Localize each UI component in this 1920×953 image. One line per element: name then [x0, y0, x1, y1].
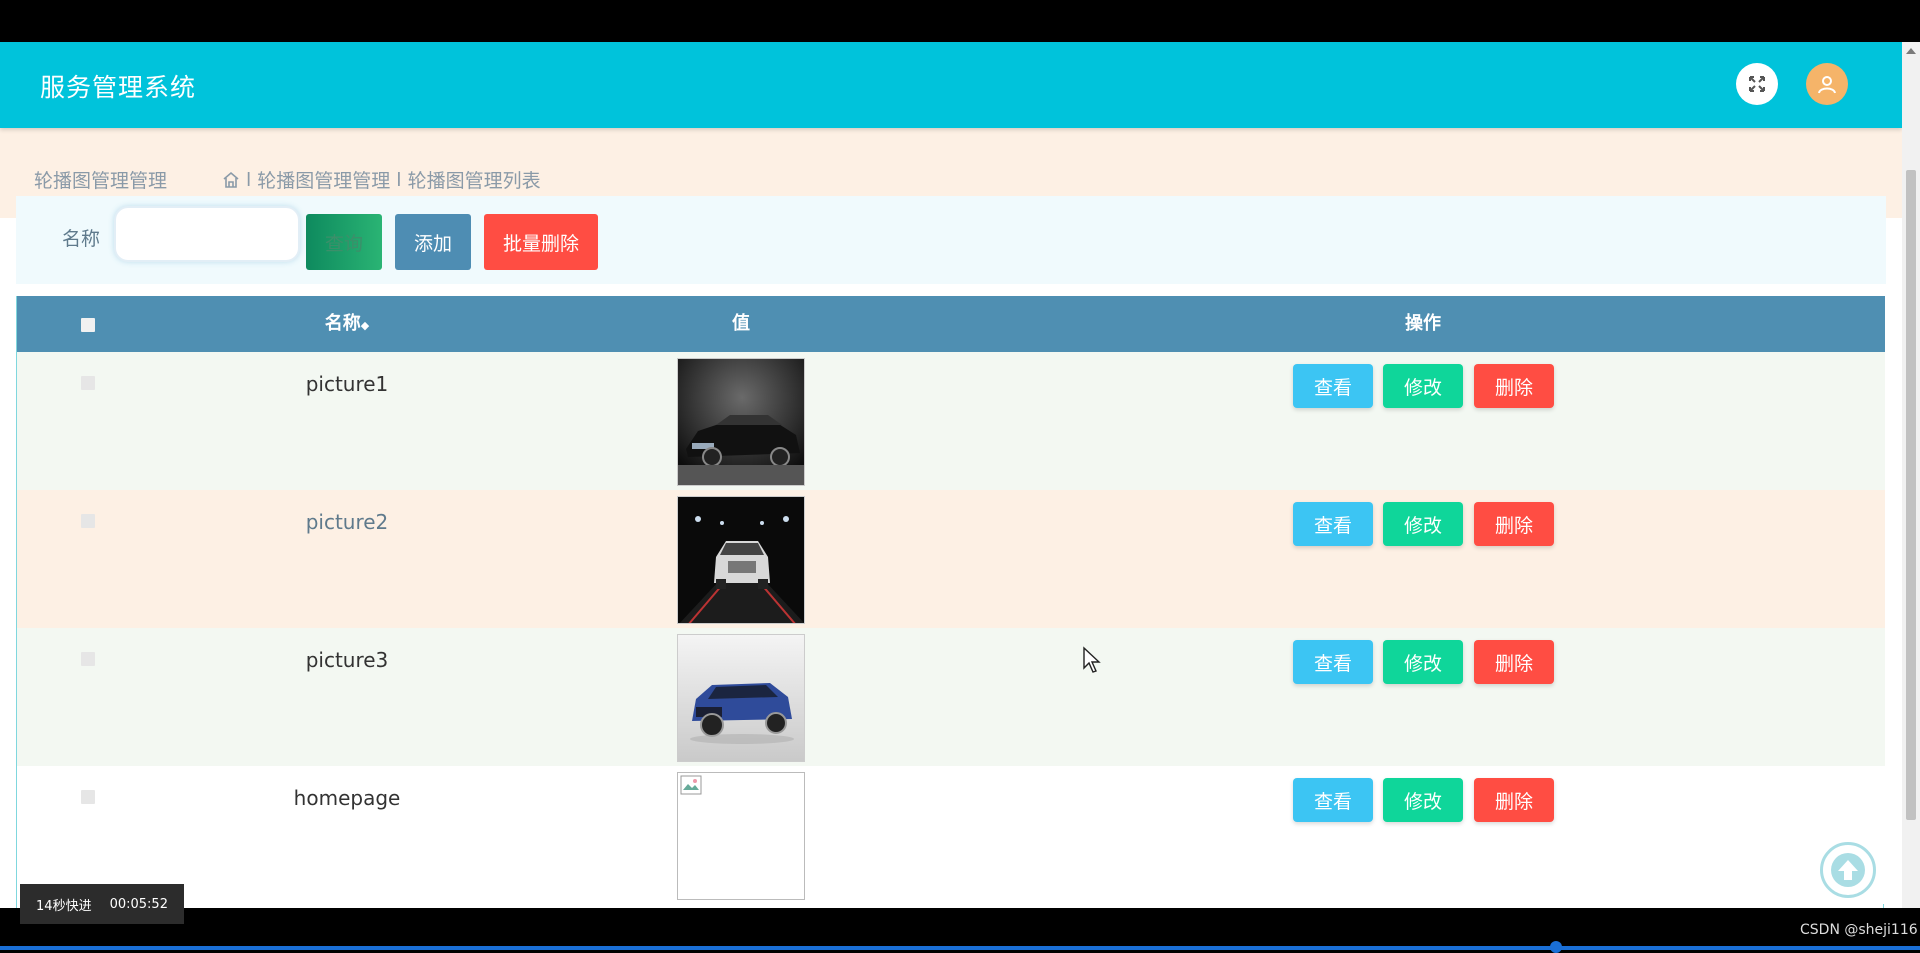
page-title: 轮播图管理管理: [34, 170, 168, 192]
car-blue-suv-image: [678, 635, 804, 761]
delete-button[interactable]: 删除: [1474, 502, 1554, 546]
user-icon: [1818, 76, 1836, 94]
home-icon[interactable]: [222, 171, 240, 189]
table-row: picture2 查看 修改 删除: [17, 490, 1885, 628]
row-name: picture2: [305, 510, 389, 534]
edit-button[interactable]: 修改: [1383, 778, 1463, 822]
car-white-front-image: [678, 497, 804, 623]
video-progress-handle[interactable]: [1550, 941, 1562, 953]
name-search-input[interactable]: [114, 206, 300, 262]
delete-button[interactable]: 删除: [1474, 778, 1554, 822]
name-filter-label: 名称: [62, 228, 101, 250]
query-button[interactable]: 查询: [306, 214, 382, 270]
scroll-thumb[interactable]: [1906, 170, 1916, 820]
row-name: homepage: [293, 786, 401, 810]
fullscreen-icon: [1749, 76, 1765, 92]
row-checkbox[interactable]: [81, 652, 95, 666]
row-image-car-black-sedan: [677, 358, 805, 486]
table-row: picture3 查看 修改 删除: [17, 628, 1885, 766]
column-header-name[interactable]: 名称◆: [197, 296, 497, 352]
table-header: 名称◆ 值 操作: [17, 296, 1885, 352]
watermark-text: CSDN @sheji116: [1800, 922, 1918, 938]
column-header-actions: 操作: [1405, 313, 1441, 334]
row-checkbox[interactable]: [81, 376, 95, 390]
edit-button[interactable]: 修改: [1383, 640, 1463, 684]
page-scrollbar[interactable]: [1902, 42, 1920, 908]
add-button[interactable]: 添加: [395, 214, 471, 270]
breadcrumb: l 轮播图管理管理 l 轮播图管理列表: [222, 166, 541, 193]
video-progress-bar[interactable]: [0, 946, 1920, 950]
batch-delete-button[interactable]: 批量删除: [484, 214, 598, 270]
search-panel: 名称 查询 添加 批量删除: [16, 196, 1886, 284]
back-to-top-button[interactable]: [1820, 842, 1876, 898]
app-header: 服务管理系统: [0, 42, 1902, 128]
edit-button[interactable]: 修改: [1383, 502, 1463, 546]
video-top-letterbox: [0, 0, 1920, 42]
video-speed-label: 14秒快进: [36, 898, 92, 914]
breadcrumb-separator: l: [396, 168, 402, 191]
table-row: picture1 查看 修改 删除: [17, 352, 1885, 490]
data-table: 名称◆ 值 操作 picture1 查看 修改 删除 picture2 查看 修…: [16, 296, 1885, 908]
row-image-car-blue-suv: [677, 634, 805, 762]
breadcrumb-item-module[interactable]: 轮播图管理管理: [257, 166, 390, 193]
table-row: homepage 查看 修改 删除: [17, 766, 1885, 904]
breadcrumb-item-list: 轮播图管理列表: [407, 170, 541, 192]
view-button[interactable]: 查看: [1293, 640, 1373, 684]
edit-button[interactable]: 修改: [1383, 364, 1463, 408]
app-title: 服务管理系统: [40, 73, 197, 102]
broken-image-icon: [680, 775, 702, 795]
delete-button[interactable]: 删除: [1474, 364, 1554, 408]
row-name: picture3: [305, 648, 389, 672]
row-name: picture1: [305, 372, 389, 396]
browser-viewport: 服务管理系统 轮播图管理管理 l 轮播图管理管理 l 轮播图管理列表 名称 查询…: [0, 42, 1902, 908]
arrow-up-icon: [1831, 853, 1865, 887]
car-black-sedan-image: [678, 359, 804, 485]
breadcrumb-separator: l: [246, 168, 252, 191]
video-time-label: 00:05:52: [109, 896, 168, 912]
user-menu-button[interactable]: [1806, 63, 1848, 105]
video-progress-chip: 14秒快进 00:05:52: [20, 884, 184, 924]
row-checkbox[interactable]: [81, 790, 95, 804]
row-checkbox[interactable]: [81, 514, 95, 528]
view-button[interactable]: 查看: [1293, 502, 1373, 546]
sort-icon: ◆: [360, 319, 370, 332]
select-all-checkbox[interactable]: [81, 318, 95, 332]
row-image-car-white-front: [677, 496, 805, 624]
row-image-broken: [677, 772, 805, 900]
column-header-value: 值: [732, 313, 750, 334]
scroll-up-arrow-icon[interactable]: [1906, 48, 1916, 54]
mouse-cursor-icon: [1083, 646, 1101, 673]
fullscreen-button[interactable]: [1736, 63, 1778, 105]
column-header-name-label: 名称: [324, 313, 361, 334]
view-button[interactable]: 查看: [1293, 364, 1373, 408]
view-button[interactable]: 查看: [1293, 778, 1373, 822]
delete-button[interactable]: 删除: [1474, 640, 1554, 684]
video-bottom-letterbox: [0, 908, 1920, 950]
